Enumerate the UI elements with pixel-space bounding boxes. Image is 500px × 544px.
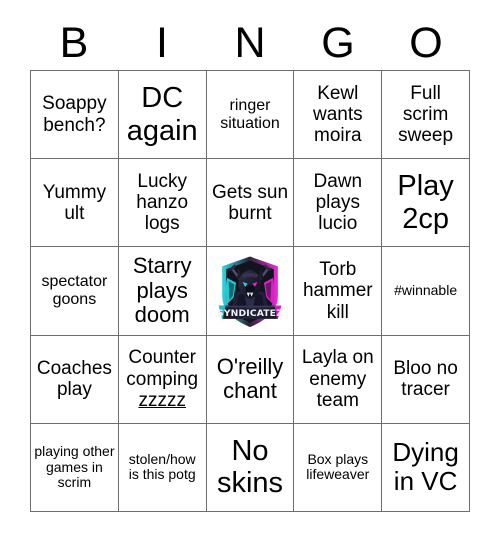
bingo-cell[interactable]: DC again	[118, 71, 207, 160]
bingo-cell[interactable]: ringer situation	[206, 71, 295, 160]
bingo-cell-text: Bloo no tracer	[393, 357, 458, 401]
bingo-letter-o: O	[409, 19, 443, 67]
bingo-letter-g: G	[321, 19, 355, 67]
bingo-cell[interactable]: spectator goons	[31, 247, 119, 336]
bingo-cell[interactable]: playing other games in scrim	[31, 423, 119, 512]
bingo-cell[interactable]: Bloo no tracer	[382, 335, 470, 424]
bingo-header: B I N G O	[30, 18, 470, 68]
bingo-cell-text: Yummy ult	[42, 181, 107, 224]
bingo-cell-text: Lucky hanzo logs	[136, 170, 189, 235]
bingo-cell-text: Play 2cp	[397, 170, 454, 235]
bingo-cell-text: playing other games in scrim	[34, 442, 115, 491]
bingo-cell-text: Dawn plays lucio	[313, 170, 363, 235]
bingo-cell[interactable]: Play 2cp	[382, 159, 470, 248]
bingo-cell[interactable]: Box plays lifeweaver	[294, 423, 383, 512]
bingo-cell[interactable]: Full scrim sweep	[382, 71, 470, 160]
bingo-letter-b: B	[59, 19, 89, 67]
bingo-cell-text: Dying in VC	[392, 437, 459, 497]
bingo-cell-text: Soappy bench?	[42, 93, 107, 136]
bingo-letter-n: N	[234, 19, 266, 67]
bingo-letter-i: I	[156, 19, 168, 67]
bingo-card: B I N G O Soappy bench? DC again ringer …	[0, 0, 500, 544]
bingo-cell[interactable]: No skins	[206, 423, 295, 512]
bingo-cell[interactable]: Coaches play	[31, 335, 119, 424]
bingo-cell[interactable]: Counter comping zzzzz	[118, 335, 207, 424]
bingo-cell[interactable]: Lucky hanzo logs	[118, 159, 207, 248]
bingo-cell[interactable]: Layla on enemy team	[294, 335, 383, 424]
bingo-cell-text: stolen/how is this potg	[128, 450, 196, 483]
bingo-cell-text: Full scrim sweep	[398, 82, 454, 147]
bingo-cell[interactable]: Starry plays doom	[118, 247, 207, 336]
bingo-cell[interactable]: Kewl wants moira	[294, 71, 383, 160]
bingo-cell-text: #winnable	[394, 282, 458, 299]
syndicatez-team-logo: SYNDICATEZ	[206, 247, 294, 335]
bingo-cell-text: Kewl wants moira	[312, 82, 363, 147]
bingo-cell[interactable]: Gets sun burnt	[206, 159, 295, 248]
syndicatez-logo-icon: SYNDICATEZ	[217, 256, 283, 328]
bingo-cell[interactable]: Torb hammer kill	[294, 247, 383, 336]
bingo-cell-text: Coaches play	[36, 357, 112, 401]
bingo-cell-text: Counter comping zzzzz	[126, 347, 199, 411]
bingo-cell-text: Gets sun burnt	[211, 181, 289, 224]
bingo-cell-text: O'reilly chant	[216, 353, 284, 404]
bingo-cell[interactable]: O'reilly chant	[206, 335, 295, 424]
bingo-cell-text: Starry plays doom	[132, 253, 192, 328]
bingo-free-space-logo-cell[interactable]: SYNDICATEZ	[206, 247, 295, 336]
bingo-cell[interactable]: Dawn plays lucio	[294, 159, 383, 248]
bingo-cell[interactable]: Soappy bench?	[31, 71, 119, 160]
bingo-cell-text: spectator goons	[41, 273, 108, 308]
bingo-cell-text: ringer situation	[220, 96, 280, 132]
bingo-cell-text: Layla on enemy team	[301, 347, 374, 411]
bingo-cell-text: No skins	[216, 434, 284, 500]
bingo-cell[interactable]: stolen/how is this potg	[118, 423, 207, 512]
bingo-cell-text: Box plays lifeweaver	[306, 450, 370, 483]
bingo-grid: Soappy bench? DC again ringer situation …	[30, 70, 470, 512]
bingo-cell-text: Torb hammer kill	[302, 259, 373, 323]
bingo-cell-text: DC again	[126, 82, 198, 147]
bingo-cell[interactable]: Yummy ult	[31, 159, 119, 248]
logo-banner-text: SYNDICATEZ	[217, 308, 283, 319]
bingo-cell[interactable]: Dying in VC	[382, 423, 470, 512]
bingo-cell[interactable]: #winnable	[382, 247, 470, 336]
